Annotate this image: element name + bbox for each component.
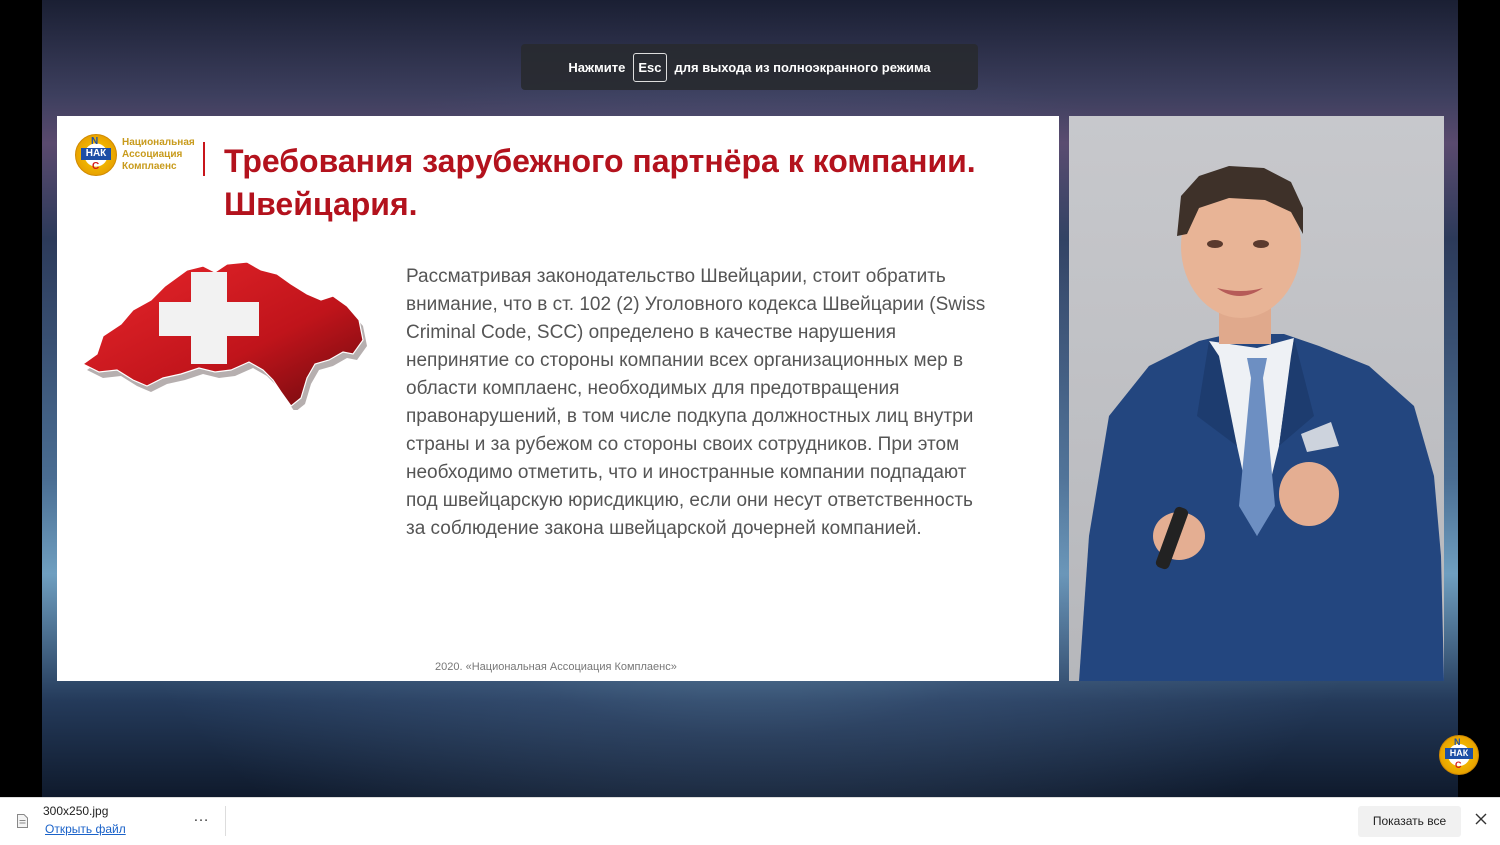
corner-nak-logo-icon: N НАК С: [1439, 735, 1479, 775]
file-icon: [17, 814, 28, 828]
logo-divider: [203, 142, 205, 176]
open-file-link[interactable]: Открыть файл: [45, 822, 126, 836]
logo-letter-c: С: [92, 161, 100, 172]
swiss-map-flag-image: [77, 260, 367, 412]
logo-text: Национальная Ассоциация Комплаенс: [122, 137, 212, 173]
more-options-icon[interactable]: …: [193, 808, 210, 826]
logo-letters-nak: НАК: [81, 148, 111, 160]
slide-title: Требования зарубежного партнёра к компан…: [224, 143, 976, 222]
toast-suffix: для выхода из полноэкранного режима: [674, 59, 931, 75]
esc-key-badge: Esc: [633, 52, 667, 82]
logo-text-line3: Комплаенс: [122, 161, 177, 172]
nak-logo-icon: N НАК С: [75, 134, 117, 176]
left-black-bar: [0, 0, 42, 797]
download-item-separator: [225, 806, 226, 836]
presentation-slide: N НАК С Национальная Ассоциация Комплаен…: [57, 116, 1059, 681]
nak-logo: N НАК С Национальная Ассоциация Комплаен…: [75, 134, 215, 178]
right-black-bar: [1458, 0, 1500, 797]
download-bar: 300x250.jpg Открыть файл … Показать все: [0, 797, 1500, 845]
corner-logo-letters-nak: НАК: [1445, 748, 1473, 759]
download-file-name[interactable]: 300x250.jpg: [43, 804, 108, 818]
corner-logo-letter-n: N: [1454, 737, 1461, 747]
logo-text-line1: Национальная: [122, 137, 195, 148]
show-all-button[interactable]: Показать все: [1358, 806, 1461, 837]
logo-letter-n: N: [91, 136, 99, 147]
logo-text-line2: Ассоциация: [122, 149, 183, 160]
toast-prefix: Нажмите: [568, 59, 626, 75]
presenter-video-image: [1069, 116, 1444, 681]
slide-footer: 2020. «Национальная Ассоциация Комплаенс…: [435, 661, 677, 673]
corner-logo-letter-c: С: [1455, 760, 1462, 770]
slide-body-text: Рассматривая законодательство Швейцарии,…: [406, 266, 986, 539]
close-icon[interactable]: [1472, 810, 1490, 828]
fullscreen-exit-toast: Нажмите Esc для выхода из полноэкранного…: [521, 44, 978, 90]
